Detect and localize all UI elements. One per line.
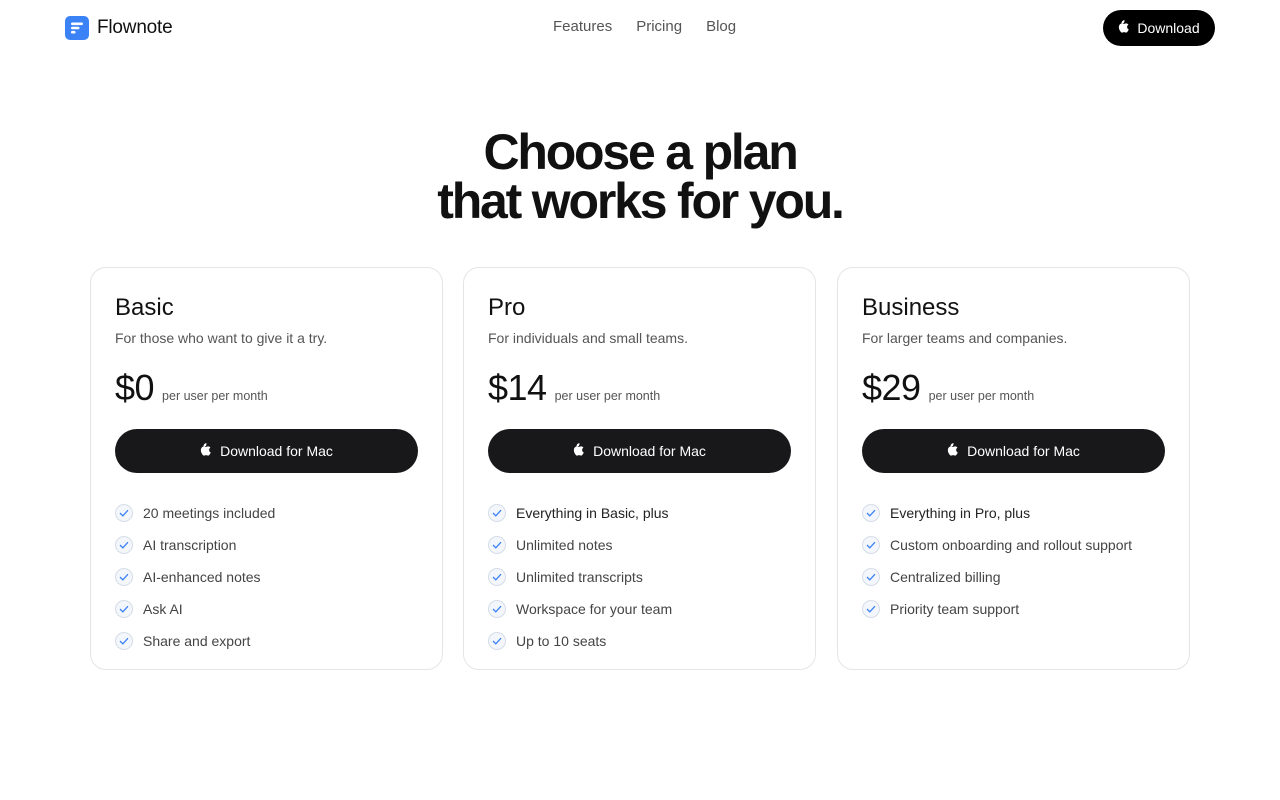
- flownote-logo-icon: [65, 16, 89, 40]
- plan-price: $0: [115, 367, 155, 408]
- feature-item: AI-enhanced notes: [115, 561, 418, 593]
- apple-icon: [573, 443, 584, 459]
- price-unit: per user per month: [928, 389, 1035, 403]
- plan-name: Business: [862, 294, 960, 321]
- cta-label: Download for Mac: [593, 443, 706, 459]
- check-icon: [488, 632, 506, 650]
- feature-text: Unlimited notes: [516, 537, 613, 553]
- feature-text: Priority team support: [890, 601, 1020, 617]
- feature-text: AI transcription: [143, 537, 237, 553]
- plan-price: $29: [862, 367, 921, 408]
- check-icon: [488, 504, 506, 522]
- check-icon: [488, 568, 506, 586]
- header-download-button[interactable]: Download: [1103, 10, 1215, 46]
- check-icon: [115, 568, 133, 586]
- feature-item: Up to 10 seats: [488, 625, 791, 657]
- nav-link-pricing[interactable]: Pricing: [636, 18, 682, 35]
- download-for-mac-button[interactable]: Download for Mac: [115, 429, 418, 473]
- page-title-line-1: Choose a plan: [483, 124, 798, 180]
- feature-text: 20 meetings included: [143, 505, 276, 521]
- feature-text: AI-enhanced notes: [143, 569, 261, 585]
- feature-text: Share and export: [143, 633, 251, 649]
- check-icon: [115, 504, 133, 522]
- feature-item: 20 meetings included: [115, 497, 418, 529]
- price-unit: per user per month: [162, 389, 268, 403]
- feature-text: Up to 10 seats: [516, 633, 607, 649]
- plan-description: For individuals and small teams.: [488, 330, 688, 346]
- plan-name: Pro: [488, 294, 526, 321]
- plan-card-basic: Basic For those who want to give it a tr…: [90, 267, 443, 670]
- plan-price: $14: [488, 367, 547, 408]
- apple-icon: [947, 443, 958, 459]
- price-row: $0 per user per month: [115, 367, 418, 408]
- feature-text: Ask AI: [143, 601, 183, 617]
- feature-item: Everything in Basic, plus: [488, 497, 791, 529]
- plan-description: For larger teams and companies.: [862, 330, 1068, 346]
- page-title: Choose a plan that works for you.: [0, 124, 1280, 229]
- feature-item: Unlimited transcripts: [488, 561, 791, 593]
- check-icon: [115, 632, 133, 650]
- check-icon: [862, 568, 880, 586]
- feature-text: Everything in Pro, plus: [890, 505, 1031, 521]
- price-unit: per user per month: [554, 389, 661, 403]
- download-for-mac-button[interactable]: Download for Mac: [862, 429, 1165, 473]
- price-row: $29 per user per month: [862, 367, 1165, 408]
- feature-item: Ask AI: [115, 593, 418, 625]
- feature-item: AI transcription: [115, 529, 418, 561]
- nav-link-features[interactable]: Features: [553, 18, 612, 35]
- price-row: $14 per user per month: [488, 367, 791, 408]
- check-icon: [862, 600, 880, 618]
- feature-item: Centralized billing: [862, 561, 1165, 593]
- plan-name: Basic: [115, 294, 174, 321]
- plan-description: For those who want to give it a try.: [115, 330, 328, 346]
- cta-label: Download for Mac: [220, 443, 333, 459]
- feature-item: Workspace for your team: [488, 593, 791, 625]
- apple-icon: [1118, 20, 1130, 36]
- feature-item: Custom onboarding and rollout support: [862, 529, 1165, 561]
- feature-item: Priority team support: [862, 593, 1165, 625]
- feature-text: Centralized billing: [890, 569, 1001, 585]
- feature-text: Unlimited transcripts: [516, 569, 643, 585]
- check-icon: [862, 504, 880, 522]
- plan-card-pro: Pro For individuals and small teams. $14…: [463, 267, 816, 670]
- brand[interactable]: Flownote: [65, 16, 173, 40]
- feature-list: Everything in Basic, plus Unlimited note…: [488, 497, 791, 657]
- site-header: Flownote Features Pricing Blog Download: [0, 0, 1280, 56]
- feature-item: Share and export: [115, 625, 418, 657]
- feature-text: Custom onboarding and rollout support: [890, 537, 1133, 553]
- check-icon: [115, 600, 133, 618]
- feature-list: Everything in Pro, plus Custom onboardin…: [862, 497, 1165, 625]
- check-icon: [488, 600, 506, 618]
- header-download-label: Download: [1137, 20, 1200, 36]
- feature-item: Everything in Pro, plus: [862, 497, 1165, 529]
- apple-icon: [200, 443, 211, 459]
- brand-name: Flownote: [97, 17, 173, 38]
- check-icon: [862, 536, 880, 554]
- check-icon: [115, 536, 133, 554]
- download-for-mac-button[interactable]: Download for Mac: [488, 429, 791, 473]
- page-title-line-2: that works for you.: [437, 173, 845, 229]
- main-nav: Features Pricing Blog: [553, 18, 736, 35]
- feature-text: Everything in Basic, plus: [516, 505, 669, 521]
- check-icon: [488, 536, 506, 554]
- plan-card-business: Business For larger teams and companies.…: [837, 267, 1190, 670]
- cta-label: Download for Mac: [967, 443, 1080, 459]
- nav-link-blog[interactable]: Blog: [706, 18, 736, 35]
- feature-list: 20 meetings included AI transcription AI…: [115, 497, 418, 657]
- feature-text: Workspace for your team: [516, 601, 673, 617]
- feature-item: Unlimited notes: [488, 529, 791, 561]
